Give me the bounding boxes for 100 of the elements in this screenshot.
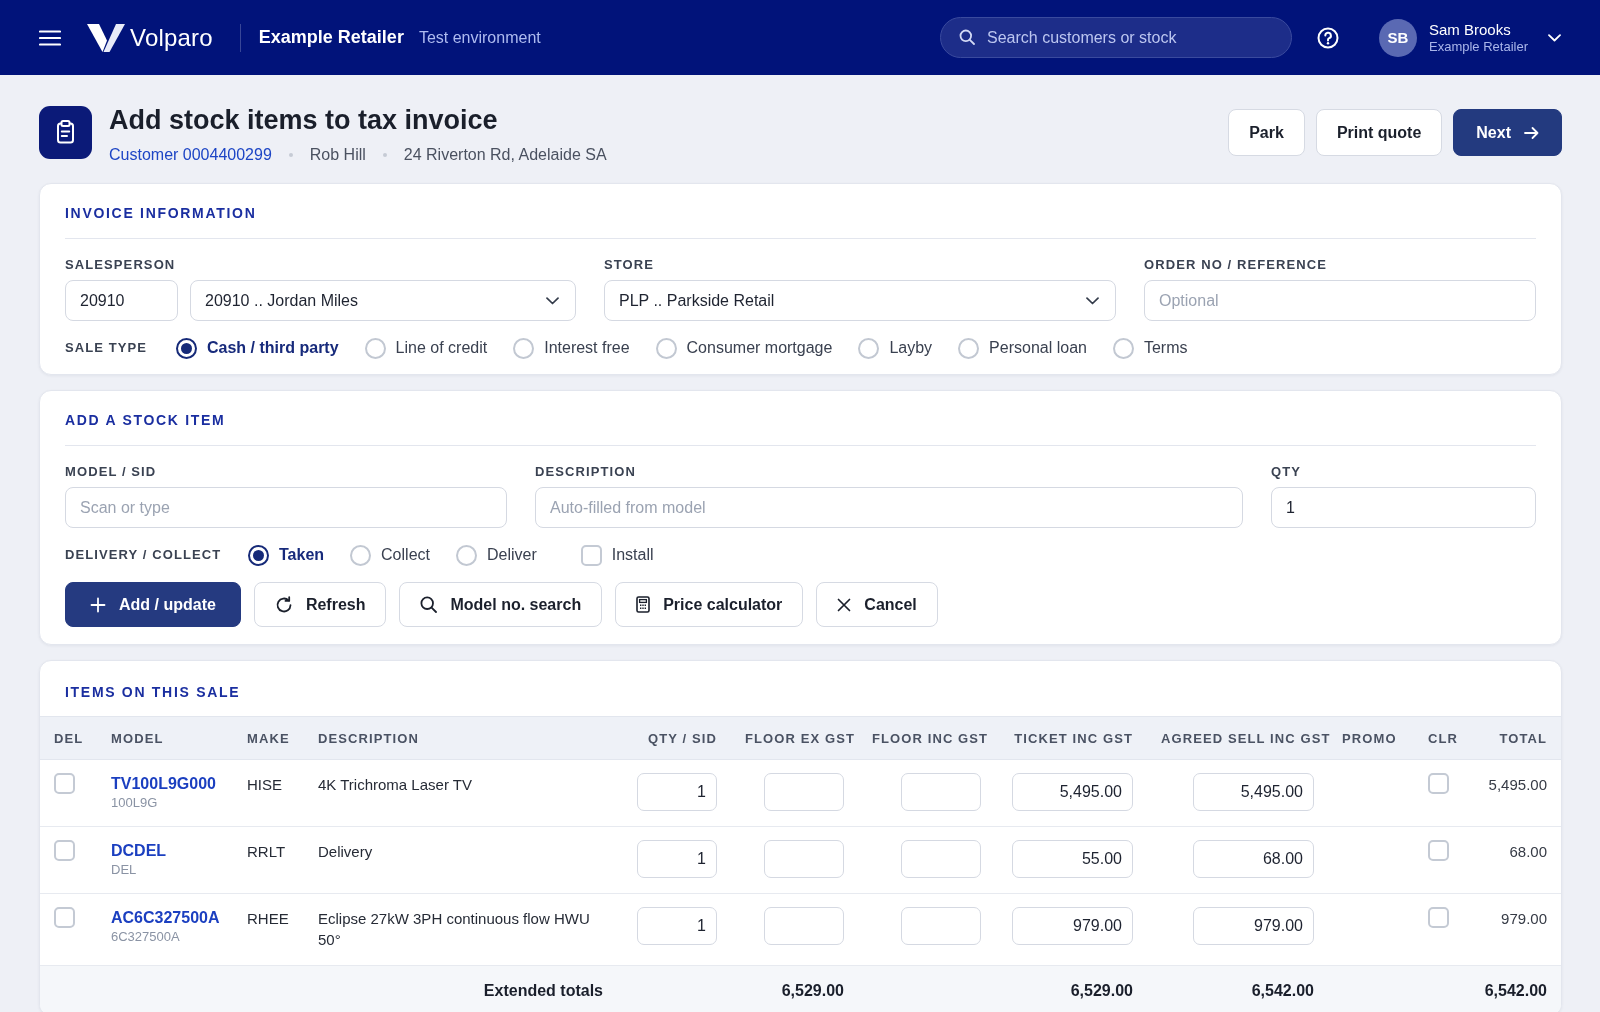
next-button[interactable]: Next bbox=[1453, 109, 1562, 156]
make-cell-text: RRLT bbox=[247, 842, 286, 862]
menu-icon[interactable] bbox=[39, 29, 61, 46]
close-icon bbox=[837, 597, 852, 612]
stock-id: 6C327500A bbox=[111, 929, 181, 945]
radio-label: Consumer mortgage bbox=[686, 339, 833, 357]
dot-icon bbox=[288, 153, 293, 157]
column-header: TOTAL bbox=[1499, 730, 1547, 746]
cancel-button[interactable]: Cancel bbox=[816, 582, 938, 627]
logo-icon bbox=[87, 22, 125, 53]
section-title: ITEMS ON THIS SALE bbox=[65, 683, 242, 701]
total-value: 6,542.00 bbox=[1251, 982, 1314, 999]
floor-ex-gst-field[interactable] bbox=[764, 840, 844, 878]
field-label: SALE TYPE bbox=[65, 340, 149, 356]
radio-label: Cash / third party bbox=[207, 339, 339, 357]
column-header: MODEL bbox=[111, 730, 164, 746]
clearance-checkbox[interactable] bbox=[1428, 907, 1449, 928]
field-label: MODEL / SID bbox=[65, 464, 158, 480]
brand-name: Volparo bbox=[130, 23, 213, 52]
print-quote-button[interactable]: Print quote bbox=[1315, 109, 1443, 156]
search-field[interactable]: Search customers or stock bbox=[940, 17, 1292, 58]
radio-label: Deliver bbox=[486, 546, 537, 564]
description-field[interactable]: Auto-filled from model bbox=[535, 487, 1243, 528]
radio-button[interactable] bbox=[176, 337, 197, 359]
field-label: DESCRIPTION bbox=[535, 464, 637, 480]
column-header: PROMO bbox=[1342, 730, 1397, 746]
radio-label: Line of credit bbox=[395, 339, 488, 357]
help-icon[interactable] bbox=[1317, 26, 1339, 49]
salesperson-code-field[interactable]: 20910 bbox=[65, 280, 178, 321]
add-update-button[interactable]: Add / update bbox=[65, 582, 241, 627]
floor-inc-gst-field[interactable] bbox=[901, 840, 981, 878]
chevron-down-icon[interactable] bbox=[1548, 33, 1561, 42]
stock-id: 100L9G bbox=[111, 795, 159, 811]
agreed-price-field[interactable]: 68.00 bbox=[1193, 840, 1314, 878]
description-cell-text: Eclipse 27kW 3PH continuous flow HWU 50° bbox=[318, 909, 591, 950]
salesperson-dropdown[interactable]: 20910 .. Jordan Miles bbox=[190, 280, 576, 321]
floor-ex-gst-field[interactable] bbox=[764, 773, 844, 811]
qty-field[interactable]: 1 bbox=[637, 840, 717, 878]
refresh-icon bbox=[274, 595, 293, 614]
model-link[interactable]: AC6C327500A bbox=[111, 907, 219, 929]
refresh-button[interactable]: Refresh bbox=[253, 582, 387, 627]
user-name: Sam Brooks bbox=[1429, 20, 1512, 39]
qty-field[interactable]: 1 bbox=[637, 907, 717, 945]
total-value: 6,529.00 bbox=[1070, 982, 1133, 999]
delete-checkbox[interactable] bbox=[54, 907, 75, 928]
ticket-price-field[interactable]: 5,495.00 bbox=[1012, 773, 1133, 811]
column-header: MAKE bbox=[247, 730, 290, 746]
model-search-button[interactable]: Model no. search bbox=[399, 582, 603, 627]
model-link[interactable]: DCDEL bbox=[111, 840, 219, 862]
user-organisation: Example Retailer bbox=[1429, 38, 1528, 55]
user-avatar: SB bbox=[1379, 18, 1417, 57]
floor-inc-gst-field[interactable] bbox=[901, 773, 981, 811]
chevron-down-icon bbox=[1086, 296, 1099, 305]
description-cell-text: 4K Trichroma Laser TV bbox=[318, 775, 472, 795]
floor-ex-gst-field[interactable] bbox=[764, 907, 844, 945]
agreed-price-field[interactable]: 979.00 bbox=[1193, 907, 1314, 945]
section-title: ADD A STOCK ITEM bbox=[65, 411, 227, 429]
customer-link[interactable]: Customer 0004400299 bbox=[109, 144, 272, 166]
radio-button[interactable] bbox=[248, 544, 269, 566]
store-dropdown[interactable]: PLP .. Parkside Retail bbox=[604, 280, 1116, 321]
floor-inc-gst-field[interactable] bbox=[901, 907, 981, 945]
checkbox-label: Install bbox=[611, 546, 654, 564]
customer-address: 24 Riverton Rd, Adelaide SA bbox=[403, 145, 607, 165]
clearance-checkbox[interactable] bbox=[1428, 773, 1449, 794]
qty-field[interactable]: 1 bbox=[1271, 487, 1536, 528]
field-label: STORE bbox=[604, 257, 656, 273]
page-title: Add stock items to tax invoice bbox=[109, 104, 499, 137]
reference-field[interactable]: Optional bbox=[1144, 280, 1536, 321]
delete-checkbox[interactable] bbox=[54, 773, 75, 794]
delete-checkbox[interactable] bbox=[54, 840, 75, 861]
column-header: FLOOR INC GST bbox=[872, 730, 989, 746]
model-field[interactable]: Scan or type bbox=[65, 487, 507, 528]
stock-id: DEL bbox=[111, 862, 138, 878]
agreed-price-field[interactable]: 5,495.00 bbox=[1193, 773, 1314, 811]
totals-label: Extended totals bbox=[483, 982, 603, 999]
checkbox[interactable] bbox=[580, 544, 602, 566]
ticket-price-field[interactable]: 55.00 bbox=[1012, 840, 1133, 878]
column-header: DESCRIPTION bbox=[318, 730, 419, 746]
total-cell-text: 5,495.00 bbox=[1488, 775, 1547, 795]
column-header: QTY / SID bbox=[648, 730, 717, 746]
column-header: AGREED SELL INC GST bbox=[1161, 730, 1331, 746]
qty-field[interactable]: 1 bbox=[637, 773, 717, 811]
column-header: TICKET INC GST bbox=[1014, 730, 1133, 746]
plus-icon bbox=[90, 596, 106, 613]
field-label: QTY bbox=[1271, 464, 1303, 480]
search-icon bbox=[420, 596, 438, 613]
total-value: 6,542.00 bbox=[1484, 982, 1547, 999]
calculator-icon bbox=[636, 596, 651, 613]
clearance-checkbox[interactable] bbox=[1428, 840, 1449, 861]
ticket-price-field[interactable]: 979.00 bbox=[1012, 907, 1133, 945]
price-calculator-button[interactable]: Price calculator bbox=[615, 582, 804, 627]
model-link[interactable]: TV100L9G000 bbox=[111, 773, 219, 795]
environment-label: Test environment bbox=[418, 28, 541, 47]
retailer-name: Example Retailer bbox=[258, 27, 404, 48]
radio-label: Layby bbox=[889, 339, 933, 357]
park-button[interactable]: Park bbox=[1228, 109, 1305, 156]
radio-label: Taken bbox=[279, 546, 325, 564]
chevron-down-icon bbox=[546, 296, 559, 305]
radio-label: Interest free bbox=[544, 339, 630, 357]
field-label: SALESPERSON bbox=[65, 257, 177, 273]
